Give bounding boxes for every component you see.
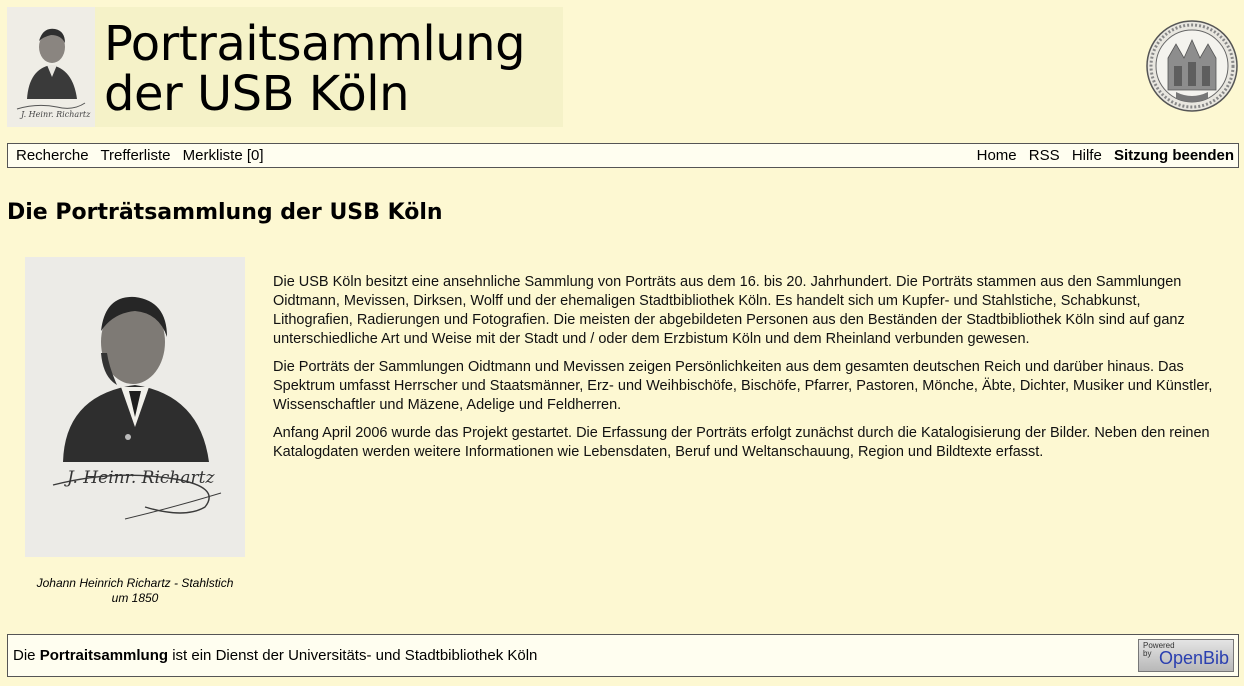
navigation-bar: Recherche Trefferliste Merkliste [0] Hom… bbox=[7, 143, 1239, 168]
footer-text-before: Die bbox=[13, 647, 40, 664]
nav-trefferliste-link[interactable]: Trefferliste bbox=[100, 147, 170, 164]
nav-right-group: Home RSS Hilfe Sitzung beenden bbox=[977, 147, 1234, 164]
intro-paragraph-1: Die USB Köln besitzt eine ansehnliche Sa… bbox=[273, 274, 1185, 347]
site-title-line2: der USB Köln bbox=[104, 66, 410, 122]
intro-paragraph-3: Anfang April 2006 wurde das Projekt gest… bbox=[273, 425, 1210, 460]
site-title: Portraitsammlung der USB Köln bbox=[104, 16, 526, 122]
openbib-logo-text: OpenBib bbox=[1159, 648, 1230, 668]
nav-home-link[interactable]: Home bbox=[977, 147, 1017, 164]
nav-left-group: Recherche Trefferliste Merkliste [0] bbox=[16, 147, 272, 164]
powered-by-openbib-badge[interactable]: Powered by OpenBib bbox=[1138, 639, 1234, 672]
portrait-image: J. Heinr. Richartz bbox=[25, 257, 245, 557]
portrait-caption: Johann Heinrich Richartz - Stahlstich um… bbox=[22, 576, 248, 606]
caption-line1: Johann Heinrich Richartz - Stahlstich bbox=[36, 576, 234, 590]
caption-line2: um 1850 bbox=[111, 591, 159, 605]
nav-rss-link[interactable]: RSS bbox=[1029, 147, 1060, 164]
footer-text-bold: Portraitsammlung bbox=[39, 647, 169, 664]
banner-signature: J. Heinr. Richartz bbox=[19, 110, 91, 119]
page-title: Die Porträtsammlung der USB Köln bbox=[7, 200, 443, 225]
nav-recherche-link[interactable]: Recherche bbox=[16, 147, 89, 164]
header-banner: J. Heinr. Richartz Portraitsammlung der … bbox=[7, 7, 563, 127]
intro-text: Die USB Köln besitzt eine ansehnliche Sa… bbox=[273, 273, 1223, 471]
footer-text: Die Portraitsammlung ist ein Dienst der … bbox=[13, 647, 537, 664]
site-title-line1: Portraitsammlung bbox=[104, 16, 526, 72]
nav-hilfe-link[interactable]: Hilfe bbox=[1072, 147, 1102, 164]
footer-bar: Die Portraitsammlung ist ein Dienst der … bbox=[7, 634, 1239, 677]
university-seal-icon bbox=[1146, 20, 1238, 112]
nav-merkliste-link[interactable]: Merkliste [0] bbox=[183, 147, 264, 164]
footer-text-after: ist ein Dienst der Universitäts- und Sta… bbox=[168, 647, 538, 664]
portrait-signature: J. Heinr. Richartz bbox=[64, 468, 215, 488]
intro-paragraph-2: Die Porträts der Sammlungen Oidtmann und… bbox=[273, 359, 1213, 413]
nav-sitzung-beenden-link[interactable]: Sitzung beenden bbox=[1114, 147, 1234, 164]
banner-portrait-image: J. Heinr. Richartz bbox=[7, 7, 95, 127]
